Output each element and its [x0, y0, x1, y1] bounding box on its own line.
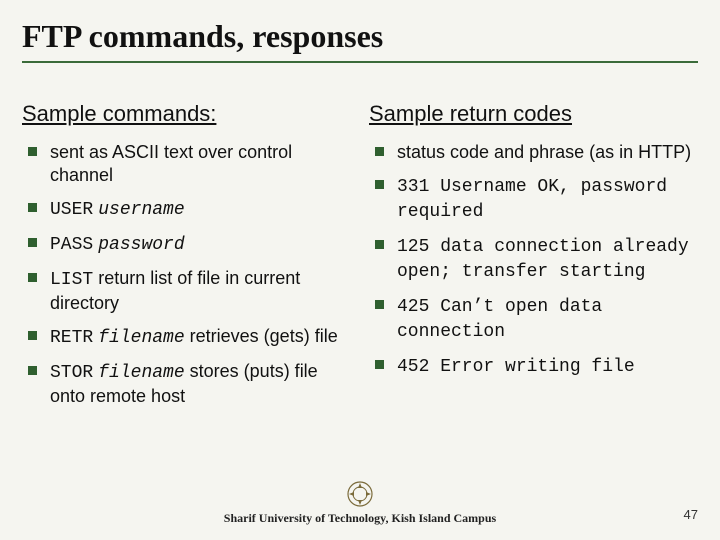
- cmd-arg: username: [98, 200, 184, 220]
- right-column: Sample return codes status code and phra…: [369, 101, 698, 418]
- slide-title: FTP commands, responses: [22, 18, 698, 63]
- list-item: RETR filename retrieves (gets) file: [22, 325, 351, 350]
- cmd-name: STOR: [50, 363, 93, 383]
- page-number: 47: [684, 507, 698, 522]
- right-heading: Sample return codes: [369, 101, 698, 127]
- code-text: 331 Username OK, password required: [397, 177, 667, 222]
- cmd-name: PASS: [50, 235, 93, 255]
- list-item: status code and phrase (as in HTTP): [369, 141, 698, 164]
- left-column: Sample commands: sent as ASCII text over…: [22, 101, 351, 418]
- item-text: status code and phrase (as in HTTP): [397, 142, 691, 162]
- logo-icon: [345, 479, 375, 509]
- item-tail: retrieves (gets) file: [185, 326, 338, 346]
- list-item: STOR filename stores (puts) file onto re…: [22, 360, 351, 408]
- cmd-name: LIST: [50, 270, 93, 290]
- bullet-icon: [375, 360, 384, 369]
- bullet-icon: [375, 300, 384, 309]
- code-text: 452 Error writing file: [397, 357, 635, 377]
- list-item: 331 Username OK, password required: [369, 174, 698, 224]
- bullet-icon: [375, 180, 384, 189]
- cmd-arg: password: [98, 235, 184, 255]
- right-list: status code and phrase (as in HTTP) 331 …: [369, 141, 698, 379]
- bullet-icon: [375, 240, 384, 249]
- content-columns: Sample commands: sent as ASCII text over…: [22, 101, 698, 418]
- code-text: 425 Can’t open data connection: [397, 297, 602, 342]
- list-item: 452 Error writing file: [369, 354, 698, 379]
- bullet-icon: [28, 366, 37, 375]
- left-list: sent as ASCII text over control channel …: [22, 141, 351, 408]
- bullet-icon: [28, 331, 37, 340]
- cmd-name: USER: [50, 200, 93, 220]
- code-text: 125 data connection already open; transf…: [397, 237, 689, 282]
- bullet-icon: [28, 147, 37, 156]
- cmd-arg: filename: [98, 363, 184, 383]
- list-item: 425 Can’t open data connection: [369, 294, 698, 344]
- bullet-icon: [375, 147, 384, 156]
- footer-text: Sharif University of Technology, Kish Is…: [0, 511, 720, 526]
- bullet-icon: [28, 238, 37, 247]
- footer: Sharif University of Technology, Kish Is…: [0, 479, 720, 526]
- list-item: sent as ASCII text over control channel: [22, 141, 351, 187]
- cmd-name: RETR: [50, 328, 93, 348]
- left-heading: Sample commands:: [22, 101, 351, 127]
- list-item: PASS password: [22, 232, 351, 257]
- item-text: sent as ASCII text over control channel: [50, 142, 292, 185]
- list-item: LIST return list of file in current dire…: [22, 267, 351, 315]
- bullet-icon: [28, 203, 37, 212]
- list-item: 125 data connection already open; transf…: [369, 234, 698, 284]
- list-item: USER username: [22, 197, 351, 222]
- cmd-arg: filename: [98, 328, 184, 348]
- bullet-icon: [28, 273, 37, 282]
